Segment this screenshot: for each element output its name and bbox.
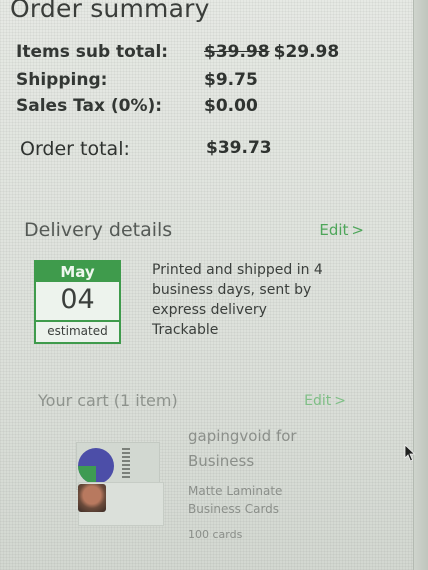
cart-item-details: gapingvoid for Business Matte Laminate B… <box>188 424 388 541</box>
items-subtotal-value: $39.98 $29.98 <box>204 42 339 62</box>
items-subtotal-label: Items sub total: <box>16 42 169 62</box>
order-summary-page: Order summary Items sub total: $39.98 $29… <box>0 0 428 570</box>
delivery-description: Printed and shipped in 4 business days, … <box>152 260 382 340</box>
shipping-value: $9.75 <box>204 70 258 90</box>
card-barcode-graphic <box>122 448 130 478</box>
delivery-estimated-label: estimated <box>36 320 119 342</box>
order-total-row: Order total: $39.73 <box>16 138 376 162</box>
delivery-line-4: Trackable <box>152 322 219 338</box>
product-quantity: 100 cards <box>188 528 243 541</box>
cart-edit-link[interactable]: Edit > <box>304 393 346 409</box>
portrait-photo <box>78 484 106 512</box>
delivery-edit-label: Edit <box>319 221 349 239</box>
shipping-row: Shipping: $9.75 <box>16 70 376 94</box>
delivery-line-1: Printed and shipped in 4 <box>152 262 323 278</box>
page-title: Order summary <box>10 0 210 23</box>
delivery-date-calendar-icon: May 04 estimated <box>34 260 121 344</box>
card-logo-icon <box>78 448 114 484</box>
mouse-pointer-icon <box>404 444 416 462</box>
sales-tax-label: Sales Tax (0%): <box>16 96 163 116</box>
cart-heading: Your cart (1 item) <box>38 391 178 410</box>
delivery-line-2: business days, sent by <box>152 282 312 298</box>
order-total-value: $39.73 <box>206 138 272 158</box>
sales-tax-row: Sales Tax (0%): $0.00 <box>16 96 376 120</box>
delivery-line-3: express delivery <box>152 302 267 318</box>
delivery-month: May <box>36 262 119 282</box>
product-material-line-1: Matte Laminate <box>188 484 283 498</box>
items-subtotal-original-price: $39.98 <box>204 42 270 62</box>
order-total-label: Order total: <box>20 138 130 160</box>
product-name-line-2: Business <box>188 452 255 470</box>
delivery-details-header: Delivery details Edit > <box>24 219 364 245</box>
product-material-line-2: Business Cards <box>188 502 280 516</box>
scrollbar-track[interactable] <box>413 0 428 570</box>
shipping-label: Shipping: <box>16 70 108 90</box>
cart-edit-label: Edit <box>304 393 332 409</box>
delivery-day: 04 <box>60 284 95 315</box>
delivery-edit-link[interactable]: Edit > <box>319 221 364 239</box>
sales-tax-value: $0.00 <box>204 96 258 116</box>
cart-header: Your cart (1 item) Edit > <box>38 391 346 417</box>
product-name-line-1: gapingvoid for <box>188 427 297 445</box>
chevron-right-icon: > <box>351 221 364 239</box>
items-subtotal-row: Items sub total: $39.98 $29.98 <box>16 42 376 66</box>
product-thumbnail[interactable] <box>64 440 164 530</box>
chevron-right-icon: > <box>334 393 346 409</box>
delivery-details-heading: Delivery details <box>24 219 173 241</box>
items-subtotal-sale-price: $29.98 <box>273 42 340 62</box>
